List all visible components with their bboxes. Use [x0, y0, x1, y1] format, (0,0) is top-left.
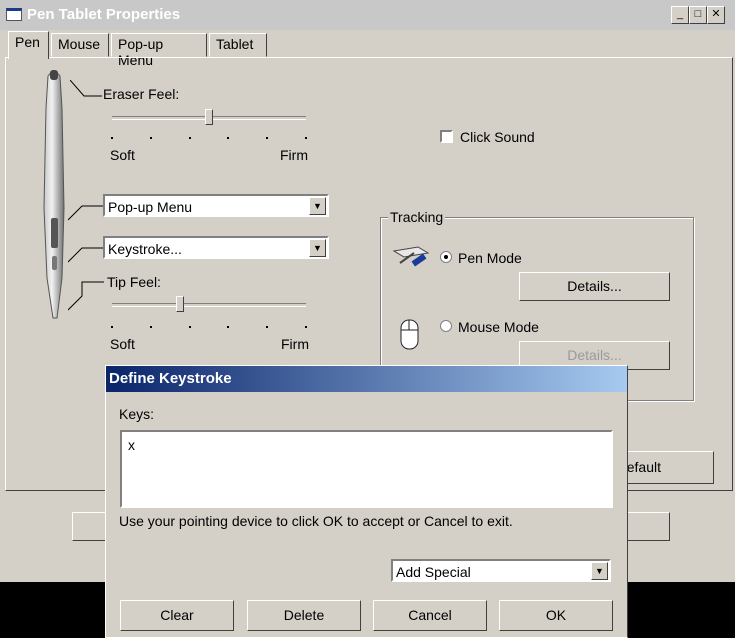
clear-button[interactable]: Clear: [120, 600, 234, 631]
chevron-down-icon[interactable]: ▼: [309, 197, 326, 215]
mouse-icon: [400, 319, 419, 350]
slider-tick: [149, 137, 152, 139]
eraser-feel-ticks: [111, 137, 307, 140]
eraser-soft-label: Soft: [110, 147, 135, 163]
keys-label: Keys:: [119, 406, 155, 422]
upper-button-select[interactable]: Pop-up Menu ▼: [103, 194, 329, 217]
keys-input[interactable]: x: [120, 430, 613, 508]
pen-details-button[interactable]: Details...: [519, 272, 670, 301]
slider-tick: [266, 326, 269, 328]
chevron-down-icon[interactable]: ▼: [591, 562, 608, 580]
upper-button-value: Pop-up Menu: [108, 199, 193, 215]
window-title: Pen Tablet Properties: [27, 6, 181, 23]
add-special-value: Add Special: [396, 564, 471, 580]
tip-feel-label: Tip Feel:: [107, 274, 161, 290]
tab-pen[interactable]: Pen: [8, 31, 49, 59]
tip-feel-slider-thumb[interactable]: [175, 296, 184, 312]
slider-tick: [305, 326, 307, 328]
upper-button-leader: [68, 205, 104, 221]
mouse-mode-label: Mouse Mode: [458, 319, 539, 335]
slider-tick: [111, 137, 113, 139]
eraser-leader: [70, 80, 102, 97]
eraser-firm-label: Firm: [280, 147, 308, 163]
slider-tick: [149, 326, 152, 328]
keys-value: x: [128, 437, 135, 453]
tab-popup-menu[interactable]: Pop-up Menu: [111, 33, 207, 68]
tip-soft-label: Soft: [110, 336, 135, 352]
tip-feel-slider-track[interactable]: [112, 303, 306, 307]
lower-button-leader: [68, 247, 104, 263]
close-icon[interactable]: ✕: [707, 6, 725, 24]
slider-tick: [188, 326, 191, 328]
click-sound-label: Click Sound: [460, 129, 535, 145]
slider-tick: [227, 326, 230, 328]
dialog-title: Define Keystroke: [109, 370, 232, 387]
delete-button[interactable]: Delete: [247, 600, 361, 631]
slider-tick: [111, 326, 113, 328]
maximize-icon[interactable]: □: [689, 6, 707, 24]
pen-illustration-icon: [43, 70, 65, 319]
slider-tick: [227, 137, 230, 139]
slider-tick: [188, 137, 191, 139]
pen-mode-label: Pen Mode: [458, 250, 522, 266]
dialog-title-bar: Define Keystroke: [106, 366, 627, 392]
tip-firm-label: Firm: [281, 336, 309, 352]
ok-button[interactable]: OK: [499, 600, 613, 631]
define-keystroke-dialog: Define Keystroke Keys: x Use your pointi…: [105, 365, 628, 638]
slider-tick: [266, 137, 269, 139]
click-sound-checkbox[interactable]: [440, 130, 453, 143]
chevron-down-icon[interactable]: ▼: [309, 239, 326, 257]
eraser-feel-label: Eraser Feel:: [103, 86, 180, 102]
cancel-button[interactable]: Cancel: [373, 600, 487, 631]
lower-button-select[interactable]: Keystroke... ▼: [103, 236, 329, 259]
tab-tablet[interactable]: Tablet: [209, 33, 267, 57]
tab-mouse[interactable]: Mouse: [51, 33, 109, 57]
title-bar: Pen Tablet Properties _ □ ✕: [0, 0, 735, 30]
add-special-select[interactable]: Add Special ▼: [391, 559, 611, 582]
minimize-icon[interactable]: _: [671, 6, 689, 24]
tip-leader: [68, 281, 104, 311]
lower-button-value: Keystroke...: [108, 241, 182, 257]
dialog-hint: Use your pointing device to click OK to …: [119, 513, 513, 529]
eraser-feel-slider-thumb[interactable]: [205, 109, 213, 125]
mouse-mode-radio[interactable]: [440, 320, 452, 332]
window-app-icon: [6, 8, 22, 21]
tip-feel-ticks: [111, 326, 307, 329]
pen-tablet-icon: [392, 246, 430, 267]
tracking-label: Tracking: [388, 209, 446, 225]
slider-tick: [305, 137, 307, 139]
pen-mode-radio[interactable]: [440, 251, 452, 263]
